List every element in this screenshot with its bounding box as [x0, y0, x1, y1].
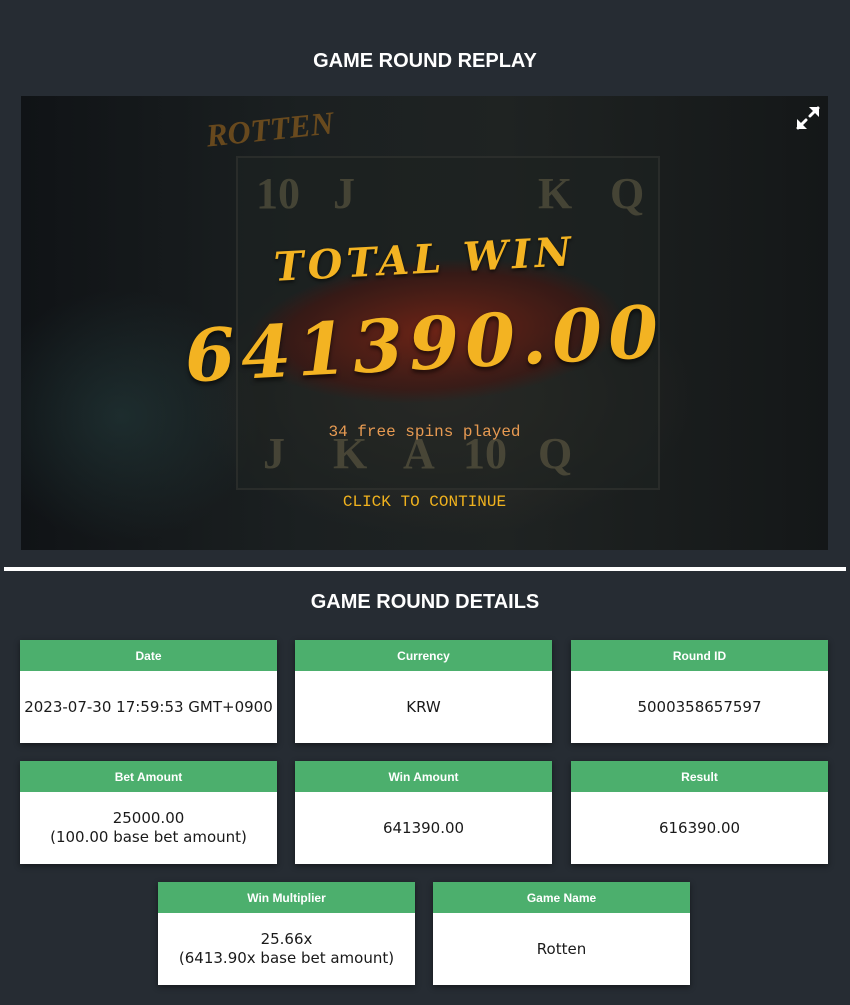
card-value-container: 2023-07-30 17:59:53 GMT+0900: [20, 671, 277, 743]
card-label: Win Amount: [295, 761, 552, 792]
card-label: Currency: [295, 640, 552, 671]
card-value-container: 5000358657597: [571, 671, 828, 743]
card-label: Result: [571, 761, 828, 792]
free-spins-played: 34 free spins played: [328, 423, 521, 441]
detail-card-win-multiplier: Win Multiplier 25.66x (6413.90x base bet…: [158, 882, 415, 985]
card-label: Bet Amount: [20, 761, 277, 792]
card-value: 25000.00: [112, 809, 185, 827]
card-value: 641390.00: [382, 818, 465, 837]
card-value: 616390.00: [658, 818, 741, 837]
card-value-container: 25.66x (6413.90x base bet amount): [158, 913, 415, 985]
click-to-continue[interactable]: CLICK TO CONTINUE: [21, 493, 828, 511]
card-label: Game Name: [433, 882, 690, 913]
card-subvalue: (100.00 base bet amount): [50, 828, 247, 846]
detail-card-game-name: Game Name Rotten: [433, 882, 690, 985]
card-label: Date: [20, 640, 277, 671]
card-value: KRW: [406, 697, 441, 716]
detail-card-date: Date 2023-07-30 17:59:53 GMT+0900: [20, 640, 277, 743]
replay-title: GAME ROUND REPLAY: [313, 50, 537, 72]
card-value: Rotten: [536, 939, 587, 958]
expand-icon[interactable]: [794, 104, 822, 132]
card-label: Win Multiplier: [158, 882, 415, 913]
details-title: GAME ROUND DETAILS: [310, 591, 540, 613]
section-divider: [4, 567, 846, 571]
card-subvalue: (6413.90x base bet amount): [178, 949, 395, 967]
card-value: 5000358657597: [637, 697, 762, 716]
reel-symbol: Q: [610, 169, 645, 218]
card-value-container: KRW: [295, 671, 552, 743]
card-label: Round ID: [571, 640, 828, 671]
card-value-container: Rotten: [433, 913, 690, 985]
reel-symbol: 10: [256, 169, 300, 218]
game-logo: ROTTEN: [204, 104, 336, 154]
detail-card-currency: Currency KRW: [295, 640, 552, 743]
detail-card-bet-amount: Bet Amount 25000.00 (100.00 base bet amo…: [20, 761, 277, 864]
reel-symbol: J: [333, 169, 355, 218]
card-value: 2023-07-30 17:59:53 GMT+0900: [24, 697, 273, 716]
card-value-container: 616390.00: [571, 792, 828, 864]
detail-card-round-id: Round ID 5000358657597: [571, 640, 828, 743]
reel-symbol: K: [538, 169, 573, 218]
detail-card-result: Result 616390.00: [571, 761, 828, 864]
detail-card-win-amount: Win Amount 641390.00: [295, 761, 552, 864]
page: GAME ROUND REPLAY ROTTEN 10 J K Q J K A …: [0, 0, 850, 1005]
game-replay-viewport[interactable]: ROTTEN 10 J K Q J K A 10 Q TOTAL WIN 641…: [21, 96, 828, 550]
card-value: 25.66x: [260, 930, 313, 948]
card-value-container: 25000.00 (100.00 base bet amount): [20, 792, 277, 864]
card-value-container: 641390.00: [295, 792, 552, 864]
